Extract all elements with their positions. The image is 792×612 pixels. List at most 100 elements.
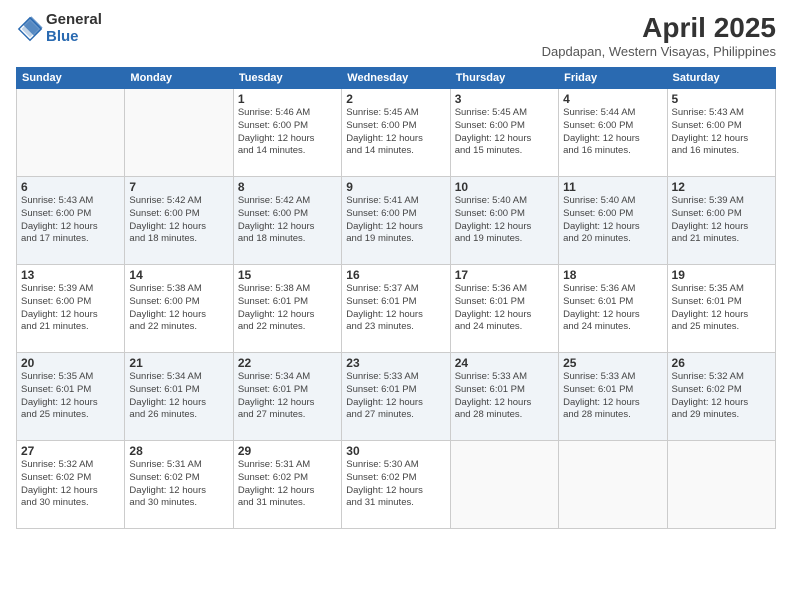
day-info: Sunrise: 5:38 AM Sunset: 6:00 PM Dayligh… bbox=[129, 283, 228, 334]
day-info: Sunrise: 5:43 AM Sunset: 6:00 PM Dayligh… bbox=[672, 107, 771, 158]
day-cell: 22Sunrise: 5:34 AM Sunset: 6:01 PM Dayli… bbox=[233, 353, 341, 441]
day-cell: 15Sunrise: 5:38 AM Sunset: 6:01 PM Dayli… bbox=[233, 265, 341, 353]
page: General Blue April 2025 Dapdapan, Wester… bbox=[0, 0, 792, 612]
day-number: 7 bbox=[129, 180, 228, 194]
day-cell: 10Sunrise: 5:40 AM Sunset: 6:00 PM Dayli… bbox=[450, 177, 558, 265]
logo: General Blue bbox=[16, 12, 102, 45]
logo-general: General bbox=[46, 12, 102, 29]
week-row-3: 13Sunrise: 5:39 AM Sunset: 6:00 PM Dayli… bbox=[17, 265, 776, 353]
day-info: Sunrise: 5:39 AM Sunset: 6:00 PM Dayligh… bbox=[672, 195, 771, 246]
location: Dapdapan, Western Visayas, Philippines bbox=[542, 44, 776, 59]
day-cell: 18Sunrise: 5:36 AM Sunset: 6:01 PM Dayli… bbox=[559, 265, 667, 353]
col-thursday: Thursday bbox=[450, 68, 558, 89]
day-number: 21 bbox=[129, 356, 228, 370]
col-monday: Monday bbox=[125, 68, 233, 89]
day-cell: 17Sunrise: 5:36 AM Sunset: 6:01 PM Dayli… bbox=[450, 265, 558, 353]
day-info: Sunrise: 5:35 AM Sunset: 6:01 PM Dayligh… bbox=[21, 371, 120, 422]
day-number: 14 bbox=[129, 268, 228, 282]
col-friday: Friday bbox=[559, 68, 667, 89]
day-number: 22 bbox=[238, 356, 337, 370]
week-row-1: 1Sunrise: 5:46 AM Sunset: 6:00 PM Daylig… bbox=[17, 89, 776, 177]
day-info: Sunrise: 5:35 AM Sunset: 6:01 PM Dayligh… bbox=[672, 283, 771, 334]
week-row-5: 27Sunrise: 5:32 AM Sunset: 6:02 PM Dayli… bbox=[17, 441, 776, 529]
logo-text: General Blue bbox=[46, 12, 102, 45]
day-cell: 2Sunrise: 5:45 AM Sunset: 6:00 PM Daylig… bbox=[342, 89, 450, 177]
day-info: Sunrise: 5:33 AM Sunset: 6:01 PM Dayligh… bbox=[455, 371, 554, 422]
day-info: Sunrise: 5:31 AM Sunset: 6:02 PM Dayligh… bbox=[129, 459, 228, 510]
calendar: Sunday Monday Tuesday Wednesday Thursday… bbox=[16, 67, 776, 529]
day-cell bbox=[125, 89, 233, 177]
day-info: Sunrise: 5:30 AM Sunset: 6:02 PM Dayligh… bbox=[346, 459, 445, 510]
day-cell bbox=[17, 89, 125, 177]
day-info: Sunrise: 5:42 AM Sunset: 6:00 PM Dayligh… bbox=[129, 195, 228, 246]
day-info: Sunrise: 5:31 AM Sunset: 6:02 PM Dayligh… bbox=[238, 459, 337, 510]
day-number: 12 bbox=[672, 180, 771, 194]
week-row-2: 6Sunrise: 5:43 AM Sunset: 6:00 PM Daylig… bbox=[17, 177, 776, 265]
day-cell: 20Sunrise: 5:35 AM Sunset: 6:01 PM Dayli… bbox=[17, 353, 125, 441]
day-number: 25 bbox=[563, 356, 662, 370]
day-info: Sunrise: 5:33 AM Sunset: 6:01 PM Dayligh… bbox=[346, 371, 445, 422]
day-number: 24 bbox=[455, 356, 554, 370]
day-cell bbox=[667, 441, 775, 529]
day-number: 9 bbox=[346, 180, 445, 194]
day-info: Sunrise: 5:46 AM Sunset: 6:00 PM Dayligh… bbox=[238, 107, 337, 158]
day-cell: 27Sunrise: 5:32 AM Sunset: 6:02 PM Dayli… bbox=[17, 441, 125, 529]
day-info: Sunrise: 5:38 AM Sunset: 6:01 PM Dayligh… bbox=[238, 283, 337, 334]
day-info: Sunrise: 5:32 AM Sunset: 6:02 PM Dayligh… bbox=[672, 371, 771, 422]
day-cell: 21Sunrise: 5:34 AM Sunset: 6:01 PM Dayli… bbox=[125, 353, 233, 441]
day-number: 26 bbox=[672, 356, 771, 370]
day-info: Sunrise: 5:32 AM Sunset: 6:02 PM Dayligh… bbox=[21, 459, 120, 510]
day-cell: 1Sunrise: 5:46 AM Sunset: 6:00 PM Daylig… bbox=[233, 89, 341, 177]
day-cell: 9Sunrise: 5:41 AM Sunset: 6:00 PM Daylig… bbox=[342, 177, 450, 265]
day-cell: 7Sunrise: 5:42 AM Sunset: 6:00 PM Daylig… bbox=[125, 177, 233, 265]
title-section: April 2025 Dapdapan, Western Visayas, Ph… bbox=[542, 12, 776, 59]
day-number: 2 bbox=[346, 92, 445, 106]
day-cell: 29Sunrise: 5:31 AM Sunset: 6:02 PM Dayli… bbox=[233, 441, 341, 529]
day-number: 17 bbox=[455, 268, 554, 282]
day-number: 5 bbox=[672, 92, 771, 106]
day-cell: 3Sunrise: 5:45 AM Sunset: 6:00 PM Daylig… bbox=[450, 89, 558, 177]
day-number: 20 bbox=[21, 356, 120, 370]
day-info: Sunrise: 5:34 AM Sunset: 6:01 PM Dayligh… bbox=[238, 371, 337, 422]
day-info: Sunrise: 5:37 AM Sunset: 6:01 PM Dayligh… bbox=[346, 283, 445, 334]
header: General Blue April 2025 Dapdapan, Wester… bbox=[16, 12, 776, 59]
day-cell: 24Sunrise: 5:33 AM Sunset: 6:01 PM Dayli… bbox=[450, 353, 558, 441]
day-info: Sunrise: 5:36 AM Sunset: 6:01 PM Dayligh… bbox=[455, 283, 554, 334]
day-cell: 19Sunrise: 5:35 AM Sunset: 6:01 PM Dayli… bbox=[667, 265, 775, 353]
day-cell: 14Sunrise: 5:38 AM Sunset: 6:00 PM Dayli… bbox=[125, 265, 233, 353]
col-sunday: Sunday bbox=[17, 68, 125, 89]
day-info: Sunrise: 5:34 AM Sunset: 6:01 PM Dayligh… bbox=[129, 371, 228, 422]
day-cell bbox=[450, 441, 558, 529]
col-tuesday: Tuesday bbox=[233, 68, 341, 89]
day-info: Sunrise: 5:39 AM Sunset: 6:00 PM Dayligh… bbox=[21, 283, 120, 334]
day-info: Sunrise: 5:40 AM Sunset: 6:00 PM Dayligh… bbox=[455, 195, 554, 246]
day-cell: 13Sunrise: 5:39 AM Sunset: 6:00 PM Dayli… bbox=[17, 265, 125, 353]
day-number: 18 bbox=[563, 268, 662, 282]
day-number: 8 bbox=[238, 180, 337, 194]
day-cell bbox=[559, 441, 667, 529]
day-number: 6 bbox=[21, 180, 120, 194]
day-info: Sunrise: 5:44 AM Sunset: 6:00 PM Dayligh… bbox=[563, 107, 662, 158]
day-number: 1 bbox=[238, 92, 337, 106]
day-cell: 28Sunrise: 5:31 AM Sunset: 6:02 PM Dayli… bbox=[125, 441, 233, 529]
day-cell: 16Sunrise: 5:37 AM Sunset: 6:01 PM Dayli… bbox=[342, 265, 450, 353]
day-info: Sunrise: 5:36 AM Sunset: 6:01 PM Dayligh… bbox=[563, 283, 662, 334]
day-cell: 26Sunrise: 5:32 AM Sunset: 6:02 PM Dayli… bbox=[667, 353, 775, 441]
day-number: 19 bbox=[672, 268, 771, 282]
day-info: Sunrise: 5:40 AM Sunset: 6:00 PM Dayligh… bbox=[563, 195, 662, 246]
day-cell: 11Sunrise: 5:40 AM Sunset: 6:00 PM Dayli… bbox=[559, 177, 667, 265]
day-number: 10 bbox=[455, 180, 554, 194]
day-cell: 12Sunrise: 5:39 AM Sunset: 6:00 PM Dayli… bbox=[667, 177, 775, 265]
day-cell: 30Sunrise: 5:30 AM Sunset: 6:02 PM Dayli… bbox=[342, 441, 450, 529]
day-cell: 8Sunrise: 5:42 AM Sunset: 6:00 PM Daylig… bbox=[233, 177, 341, 265]
day-cell: 23Sunrise: 5:33 AM Sunset: 6:01 PM Dayli… bbox=[342, 353, 450, 441]
day-cell: 4Sunrise: 5:44 AM Sunset: 6:00 PM Daylig… bbox=[559, 89, 667, 177]
logo-blue: Blue bbox=[46, 29, 102, 46]
day-info: Sunrise: 5:41 AM Sunset: 6:00 PM Dayligh… bbox=[346, 195, 445, 246]
day-cell: 5Sunrise: 5:43 AM Sunset: 6:00 PM Daylig… bbox=[667, 89, 775, 177]
day-number: 27 bbox=[21, 444, 120, 458]
day-number: 13 bbox=[21, 268, 120, 282]
month-title: April 2025 bbox=[542, 12, 776, 44]
col-wednesday: Wednesday bbox=[342, 68, 450, 89]
logo-icon bbox=[16, 15, 44, 43]
